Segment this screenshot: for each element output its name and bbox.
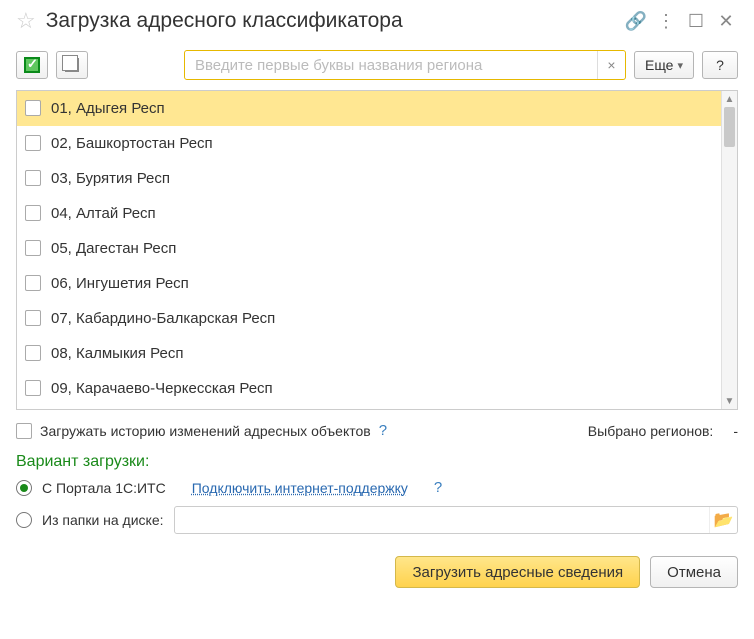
scroll-up-icon[interactable]: ▲: [722, 91, 737, 107]
region-list-container: 01, Адыгея Респ 02, Башкортостан Респ 03, …: [16, 90, 738, 410]
region-checkbox[interactable]: [25, 380, 41, 396]
load-button-label: Загрузить адресные сведения: [412, 564, 623, 581]
menu-icon[interactable]: ⋮: [654, 9, 678, 33]
region-row[interactable]: 07, Кабардино-Балкарская Респ: [17, 301, 721, 336]
window-title: Загрузка адресного классификатора: [46, 9, 618, 33]
history-label: Загружать историю изменений адресных объ…: [40, 423, 371, 439]
variant-folder-label: Из папки на диске:: [42, 512, 164, 528]
folder-input-wrap: 📂: [174, 506, 738, 534]
check-all-button[interactable]: [16, 51, 48, 79]
region-label: 02, Башкортостан Респ: [51, 135, 213, 152]
more-button[interactable]: Еще ▾: [634, 51, 694, 79]
load-button[interactable]: Загрузить адресные сведения: [395, 556, 640, 588]
help-button[interactable]: ?: [702, 51, 738, 79]
link-icon[interactable]: 🔗: [624, 9, 648, 33]
region-label: 07, Кабардино-Балкарская Респ: [51, 310, 275, 327]
history-help-icon[interactable]: ?: [379, 422, 387, 439]
region-label: 04, Алтай Респ: [51, 205, 156, 222]
uncheck-all-icon: [65, 58, 79, 72]
footer: Загрузить адресные сведения Отмена: [0, 538, 754, 604]
region-row[interactable]: 04, Алтай Респ: [17, 196, 721, 231]
region-label: 03, Бурятия Респ: [51, 170, 170, 187]
search-field-wrap: ×: [184, 50, 626, 80]
variant-section-title: Вариант загрузки:: [0, 445, 754, 475]
uncheck-all-button[interactable]: [56, 51, 88, 79]
maximize-icon[interactable]: ☐: [684, 9, 708, 33]
options-row: Загружать историю изменений адресных объ…: [0, 410, 754, 445]
region-label: 09, Карачаево-Черкесская Респ: [51, 380, 273, 397]
region-list: 01, Адыгея Респ 02, Башкортостан Респ 03, …: [17, 91, 721, 409]
region-checkbox[interactable]: [25, 275, 41, 291]
scroll-thumb[interactable]: [724, 107, 735, 147]
region-search-input[interactable]: [185, 51, 597, 79]
titlebar: ☆ Загрузка адресного классификатора 🔗 ⋮ …: [0, 0, 754, 44]
connect-help-icon[interactable]: ?: [434, 479, 442, 496]
folder-path-input[interactable]: [175, 507, 709, 533]
region-label: 05, Дагестан Респ: [51, 240, 176, 257]
region-row[interactable]: 03, Бурятия Респ: [17, 161, 721, 196]
variant-folder-row: Из папки на диске: 📂: [0, 500, 754, 538]
region-row[interactable]: 05, Дагестан Респ: [17, 231, 721, 266]
help-button-label: ?: [716, 57, 724, 73]
scrollbar[interactable]: ▲ ▼: [721, 91, 737, 409]
check-all-icon: [24, 57, 40, 73]
region-label: 08, Калмыкия Респ: [51, 345, 184, 362]
selected-regions-count: -: [733, 423, 738, 439]
region-checkbox[interactable]: [25, 135, 41, 151]
region-checkbox[interactable]: [25, 205, 41, 221]
folder-icon: 📂: [714, 510, 734, 530]
variant-folder-radio[interactable]: [16, 512, 32, 528]
region-checkbox[interactable]: [25, 310, 41, 326]
toolbar: × Еще ▾ ?: [0, 44, 754, 90]
variant-portal-radio[interactable]: [16, 480, 32, 496]
region-checkbox[interactable]: [25, 100, 41, 116]
favorite-star-icon[interactable]: ☆: [16, 8, 36, 34]
more-button-label: Еще: [645, 57, 674, 73]
region-checkbox[interactable]: [25, 170, 41, 186]
variant-portal-row: С Портала 1С:ИТС Подключить интернет-под…: [0, 475, 754, 500]
folder-browse-button[interactable]: 📂: [709, 507, 737, 533]
search-clear-button[interactable]: ×: [597, 51, 625, 79]
region-label: 06, Ингушетия Респ: [51, 275, 189, 292]
region-row[interactable]: 06, Ингушетия Респ: [17, 266, 721, 301]
cancel-button[interactable]: Отмена: [650, 556, 738, 588]
cancel-button-label: Отмена: [667, 564, 721, 581]
region-checkbox[interactable]: [25, 345, 41, 361]
variant-portal-label: С Портала 1С:ИТС: [42, 480, 166, 496]
close-icon[interactable]: ✕: [714, 9, 738, 33]
history-checkbox[interactable]: [16, 423, 32, 439]
region-row[interactable]: 08, Калмыкия Респ: [17, 336, 721, 371]
selected-regions-label: Выбрано регионов:: [588, 423, 714, 439]
region-row[interactable]: 09, Карачаево-Черкесская Респ: [17, 371, 721, 406]
chevron-down-icon: ▾: [677, 59, 683, 72]
region-row[interactable]: 02, Башкортостан Респ: [17, 126, 721, 161]
region-label: 01, Адыгея Респ: [51, 100, 165, 117]
region-row[interactable]: 01, Адыгея Респ: [17, 91, 721, 126]
connect-support-link[interactable]: Подключить интернет-поддержку: [192, 480, 408, 496]
region-checkbox[interactable]: [25, 240, 41, 256]
scroll-down-icon[interactable]: ▼: [722, 393, 737, 409]
